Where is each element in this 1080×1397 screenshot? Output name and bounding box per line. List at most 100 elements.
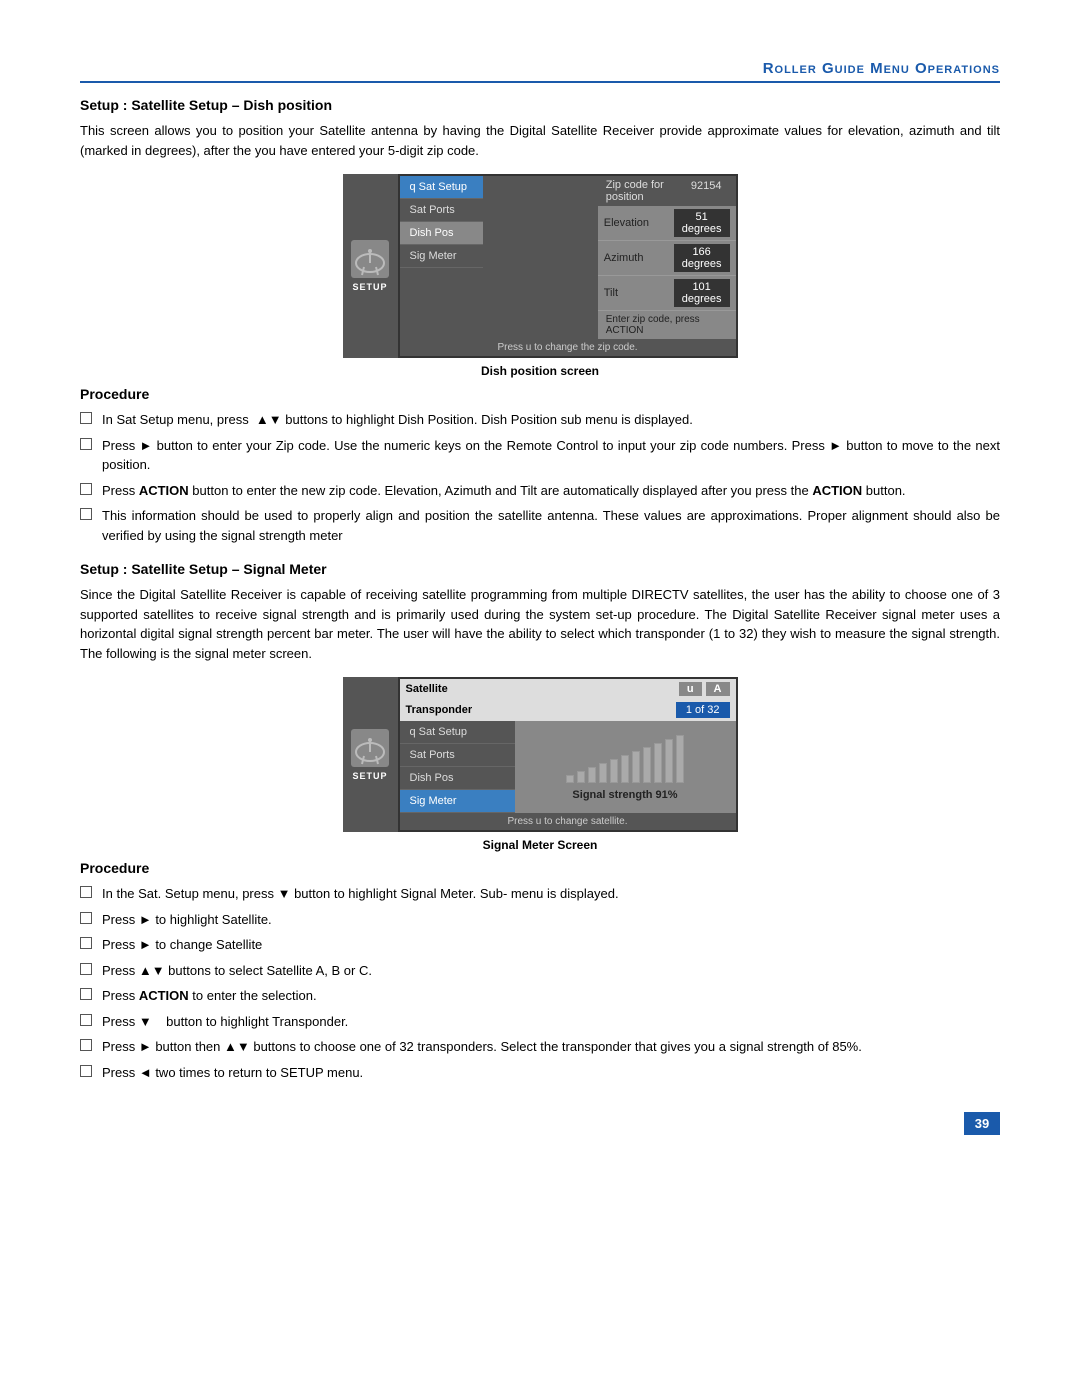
section1-heading: Setup : Satellite Setup – Dish position xyxy=(80,97,1000,113)
azimuth-value: 166 degrees xyxy=(674,244,730,272)
dish-pos-menu: q Sat Setup Sat Ports Dish Pos Sig Meter xyxy=(400,176,483,339)
signal-footer: Press u to change satellite. xyxy=(400,813,736,830)
bar-2 xyxy=(577,771,585,783)
elevation-row: Elevation 51 degrees xyxy=(598,206,736,241)
dish-screen-inner: SETUP q Sat Setup Sat Ports Dish Pos Sig… xyxy=(343,174,738,358)
bullet2-5 xyxy=(80,988,92,1000)
signal-setup-icon: SETUP xyxy=(343,677,398,832)
signal-screen-inner: SETUP Satellite u A Transponder 1 of 32 xyxy=(343,677,738,832)
transponder-label: Transponder xyxy=(406,704,676,716)
zip-value: 92154 xyxy=(685,179,728,203)
bullet2-3 xyxy=(80,937,92,949)
signal-meter-main-screen: Satellite u A Transponder 1 of 32 q Sat … xyxy=(398,677,738,832)
tilt-value: 101 degrees xyxy=(674,279,730,307)
transponder-row: Transponder 1 of 32 xyxy=(400,699,736,721)
procedure1-item-3: Press ACTION button to enter the new zip… xyxy=(80,481,1000,501)
procedure2-item-8: Press ◄ two times to return to SETUP men… xyxy=(80,1063,1000,1083)
signal-header: Satellite u A xyxy=(400,679,736,699)
procedure2-list: In the Sat. Setup menu, press ▼ button t… xyxy=(80,884,1000,1082)
page-header-title: Roller Guide Menu Operations xyxy=(763,60,1000,77)
dish-pos-caption: Dish position screen xyxy=(343,364,738,378)
bullet-1 xyxy=(80,412,92,424)
menu-item-sat-ports[interactable]: Sat Ports xyxy=(400,199,483,222)
signal-header-a: A xyxy=(706,682,730,696)
signal-dish-svg-icon xyxy=(352,730,388,766)
page-number-wrap: 39 xyxy=(80,1112,1000,1135)
bullet2-7 xyxy=(80,1039,92,1051)
section2-body: Since the Digital Satellite Receiver is … xyxy=(80,585,1000,663)
signal-caption: Signal Meter Screen xyxy=(343,838,738,852)
signal-bars xyxy=(566,733,684,783)
procedure1-heading: Procedure xyxy=(80,386,1000,402)
signal-body: q Sat Setup Sat Ports Dish Pos Sig Meter xyxy=(400,721,736,813)
signal-screen-wrap: SETUP Satellite u A Transponder 1 of 32 xyxy=(343,677,738,852)
procedure2-item-6: Press ▼ button to highlight Transponder. xyxy=(80,1012,1000,1032)
signal-menu-sig-meter[interactable]: Sig Meter xyxy=(400,790,515,813)
procedure1-item-2: Press ► button to enter your Zip code. U… xyxy=(80,436,1000,475)
signal-strength-text: Signal strength 91% xyxy=(572,789,677,801)
bar-1 xyxy=(566,775,574,783)
procedure1-item-4: This information should be used to prope… xyxy=(80,506,1000,545)
signal-meter-screen-container: SETUP Satellite u A Transponder 1 of 32 xyxy=(80,677,1000,852)
menu-item-dish-pos[interactable]: Dish Pos xyxy=(400,222,483,245)
bullet2-6 xyxy=(80,1014,92,1026)
section2-heading: Setup : Satellite Setup – Signal Meter xyxy=(80,561,1000,577)
signal-right: Signal strength 91% xyxy=(515,721,736,813)
bar-9 xyxy=(654,743,662,783)
bar-8 xyxy=(643,747,651,783)
zip-row: Zip code for position 92154 xyxy=(598,176,736,206)
tilt-row: Tilt 101 degrees xyxy=(598,276,736,311)
zip-label: Zip code for position xyxy=(606,179,685,203)
bullet-4 xyxy=(80,508,92,520)
dish-position-screen-container: SETUP q Sat Setup Sat Ports Dish Pos Sig… xyxy=(80,174,1000,378)
bar-6 xyxy=(621,755,629,783)
procedure2-item-2: Press ► to highlight Satellite. xyxy=(80,910,1000,930)
setup-icon: SETUP xyxy=(343,174,398,358)
bullet2-4 xyxy=(80,963,92,975)
bar-10 xyxy=(665,739,673,783)
signal-menu-sat-setup[interactable]: q Sat Setup xyxy=(400,721,515,744)
dish-position-screen-wrap: SETUP q Sat Setup Sat Ports Dish Pos Sig… xyxy=(343,174,738,378)
signal-menu-dish-pos[interactable]: Dish Pos xyxy=(400,767,515,790)
bullet2-2 xyxy=(80,912,92,924)
procedure2-item-5: Press ACTION to enter the selection. xyxy=(80,986,1000,1006)
bullet2-1 xyxy=(80,886,92,898)
azimuth-label: Azimuth xyxy=(604,252,674,264)
menu-item-sig-meter[interactable]: Sig Meter xyxy=(400,245,483,268)
tilt-label: Tilt xyxy=(604,287,674,299)
signal-header-u: u xyxy=(679,682,702,696)
signal-setup-icon-symbol xyxy=(351,729,389,767)
bar-5 xyxy=(610,759,618,783)
procedure2-heading: Procedure xyxy=(80,860,1000,876)
dish-svg-icon xyxy=(352,241,388,277)
bar-7 xyxy=(632,751,640,783)
setup-label: SETUP xyxy=(352,282,387,292)
page-number: 39 xyxy=(964,1112,1000,1135)
dish-pos-content: Zip code for position 92154 Elevation 51… xyxy=(598,176,736,339)
procedure1-list: In Sat Setup menu, press ▲▼ buttons to h… xyxy=(80,410,1000,545)
page-header: Roller Guide Menu Operations xyxy=(80,60,1000,83)
bar-3 xyxy=(588,767,596,783)
signal-header-sat: Satellite xyxy=(406,683,675,695)
bullet-2 xyxy=(80,438,92,450)
setup-icon-symbol xyxy=(351,240,389,278)
procedure2-item-3: Press ► to change Satellite xyxy=(80,935,1000,955)
signal-setup-label: SETUP xyxy=(352,771,387,781)
dish-pos-footer: Press u to change the zip code. xyxy=(400,339,736,356)
procedure2-item-7: Press ► button then ▲▼ buttons to choose… xyxy=(80,1037,1000,1057)
azimuth-row: Azimuth 166 degrees xyxy=(598,241,736,276)
procedure2-item-1: In the Sat. Setup menu, press ▼ button t… xyxy=(80,884,1000,904)
dish-pos-main-screen: q Sat Setup Sat Ports Dish Pos Sig Meter… xyxy=(398,174,738,358)
bullet-3 xyxy=(80,483,92,495)
procedure2-item-4: Press ▲▼ buttons to select Satellite A, … xyxy=(80,961,1000,981)
menu-item-sat-setup[interactable]: q Sat Setup xyxy=(400,176,483,199)
elevation-label: Elevation xyxy=(604,217,674,229)
bar-4 xyxy=(599,763,607,783)
signal-menu-sat-ports[interactable]: Sat Ports xyxy=(400,744,515,767)
transponder-value: 1 of 32 xyxy=(676,702,730,718)
procedure1-item-1: In Sat Setup menu, press ▲▼ buttons to h… xyxy=(80,410,1000,430)
elevation-value: 51 degrees xyxy=(674,209,730,237)
enter-zip-text: Enter zip code, press ACTION xyxy=(606,314,700,336)
bullet2-8 xyxy=(80,1065,92,1077)
signal-menu: q Sat Setup Sat Ports Dish Pos Sig Meter xyxy=(400,721,515,813)
